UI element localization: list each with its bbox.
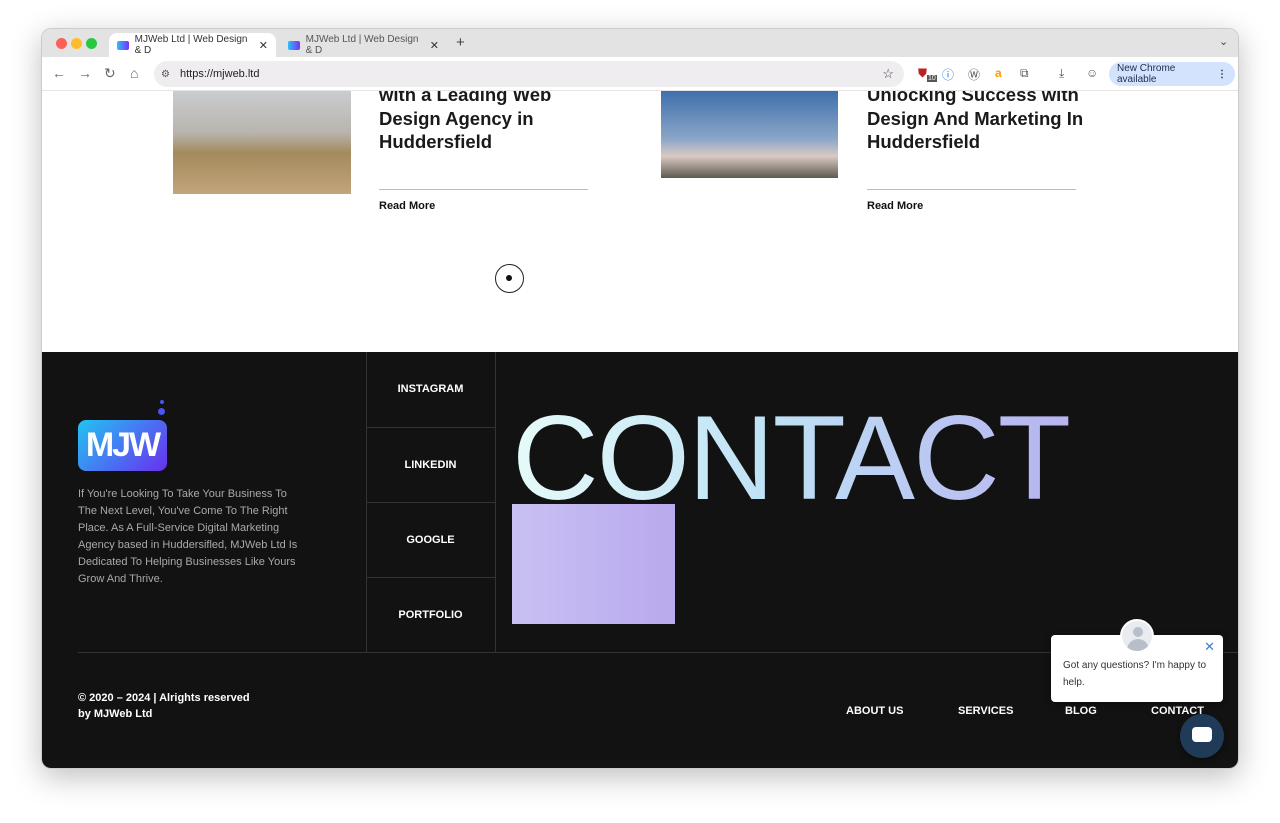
- profile-avatar-icon[interactable]: ☺: [1086, 66, 1098, 80]
- tab-1[interactable]: MJWeb Ltd | Web Design & D ✕: [109, 33, 276, 57]
- divider: [366, 502, 496, 503]
- maximize-window-button[interactable]: [86, 38, 97, 49]
- footer-link-services[interactable]: SERVICES: [958, 705, 1013, 717]
- address-bar[interactable]: ⚙ https://mjweb.ltd ☆: [154, 61, 904, 87]
- favicon-icon: [288, 40, 300, 50]
- blog-title-1[interactable]: with a Leading Web Design Agency in Hudd…: [379, 91, 609, 154]
- download-icon[interactable]: ⤓: [1059, 66, 1064, 81]
- update-label: New Chrome available: [1117, 63, 1176, 85]
- copyright-line: © 2020 – 2024 | Alrights reserved: [78, 692, 250, 704]
- close-tab-icon[interactable]: ✕: [430, 39, 439, 52]
- new-tab-button[interactable]: +: [456, 34, 465, 51]
- update-chrome-button[interactable]: New Chrome available ⋮: [1109, 62, 1235, 86]
- back-icon[interactable]: ←: [52, 65, 66, 81]
- tab-2[interactable]: MJWeb Ltd | Web Design & D ✕: [280, 33, 447, 57]
- footer: MJW If You're Looking To Take Your Busin…: [42, 352, 1238, 768]
- blog-section: with a Leading Web Design Agency in Hudd…: [42, 91, 1238, 352]
- home-icon[interactable]: ⌂: [130, 65, 138, 81]
- wordpress-icon[interactable]: Ⓦ: [968, 66, 980, 83]
- portfolio-link[interactable]: PORTFOLIO: [366, 609, 495, 621]
- linkedin-link[interactable]: LINKEDIN: [366, 459, 495, 471]
- reload-icon[interactable]: ↻: [104, 65, 116, 82]
- agent-avatar: [1120, 619, 1154, 653]
- blog-title-2[interactable]: Unlocking Success with Design And Market…: [867, 91, 1097, 154]
- tab-bar: MJWeb Ltd | Web Design & D ✕ MJWeb Ltd |…: [42, 29, 1238, 57]
- extension-shield-icon[interactable]: ⛊10: [918, 66, 937, 83]
- blog-image-1[interactable]: [173, 91, 351, 194]
- copyright: © 2020 – 2024 | Alrights reserved by MJWe…: [78, 690, 250, 722]
- footer-link-blog[interactable]: BLOG: [1065, 705, 1097, 717]
- close-chat-icon[interactable]: ✕: [1204, 639, 1215, 655]
- site-settings-icon[interactable]: ⚙: [161, 69, 170, 80]
- divider: [867, 189, 1076, 190]
- toolbar: ← → ↻ ⌂ ⚙ https://mjweb.ltd ☆ ⛊10 ⓘ Ⓦ a …: [42, 57, 1238, 91]
- logo-dot: [158, 408, 165, 415]
- logo-dot: [160, 400, 164, 404]
- tab-search-chevron-icon[interactable]: ⌄: [1219, 35, 1228, 48]
- chat-bubble-icon: [1192, 727, 1212, 742]
- tab-title: MJWeb Ltd | Web Design & D: [305, 34, 419, 56]
- amazon-icon[interactable]: a: [995, 66, 1002, 80]
- divider: [366, 577, 496, 578]
- chat-launcher-button[interactable]: [1180, 714, 1224, 758]
- blog-image-2[interactable]: [661, 91, 838, 178]
- extensions-puzzle-icon[interactable]: ⧉: [1020, 66, 1029, 81]
- slider-dot[interactable]: [495, 264, 524, 293]
- google-link[interactable]: GOOGLE: [366, 534, 495, 546]
- minimize-window-button[interactable]: [71, 38, 82, 49]
- url-text: https://mjweb.ltd: [180, 68, 260, 80]
- favicon-icon: [117, 40, 129, 50]
- divider: [379, 189, 588, 190]
- tab-title: MJWeb Ltd | Web Design & D: [134, 34, 248, 56]
- menu-dots-icon[interactable]: ⋮: [1217, 69, 1227, 80]
- chat-message: Got any questions? I'm happy to help.: [1063, 660, 1207, 688]
- divider: [366, 427, 496, 428]
- instagram-link[interactable]: INSTAGRAM: [366, 383, 495, 395]
- forward-icon[interactable]: →: [78, 65, 92, 81]
- contact-heading-us[interactable]: US: [512, 504, 675, 624]
- password-manager-icon[interactable]: ⓘ: [942, 66, 954, 83]
- mjw-logo[interactable]: MJW: [78, 420, 167, 471]
- close-window-button[interactable]: [56, 38, 67, 49]
- copyright-line: by MJWeb Ltd: [78, 708, 153, 720]
- footer-link-about[interactable]: ABOUT US: [846, 705, 903, 717]
- close-tab-icon[interactable]: ✕: [259, 39, 268, 52]
- footer-description: If You're Looking To Take Your Business …: [78, 488, 298, 585]
- bookmark-star-icon[interactable]: ☆: [882, 66, 894, 82]
- read-more-link[interactable]: Read More: [379, 200, 435, 212]
- read-more-link[interactable]: Read More: [867, 200, 923, 212]
